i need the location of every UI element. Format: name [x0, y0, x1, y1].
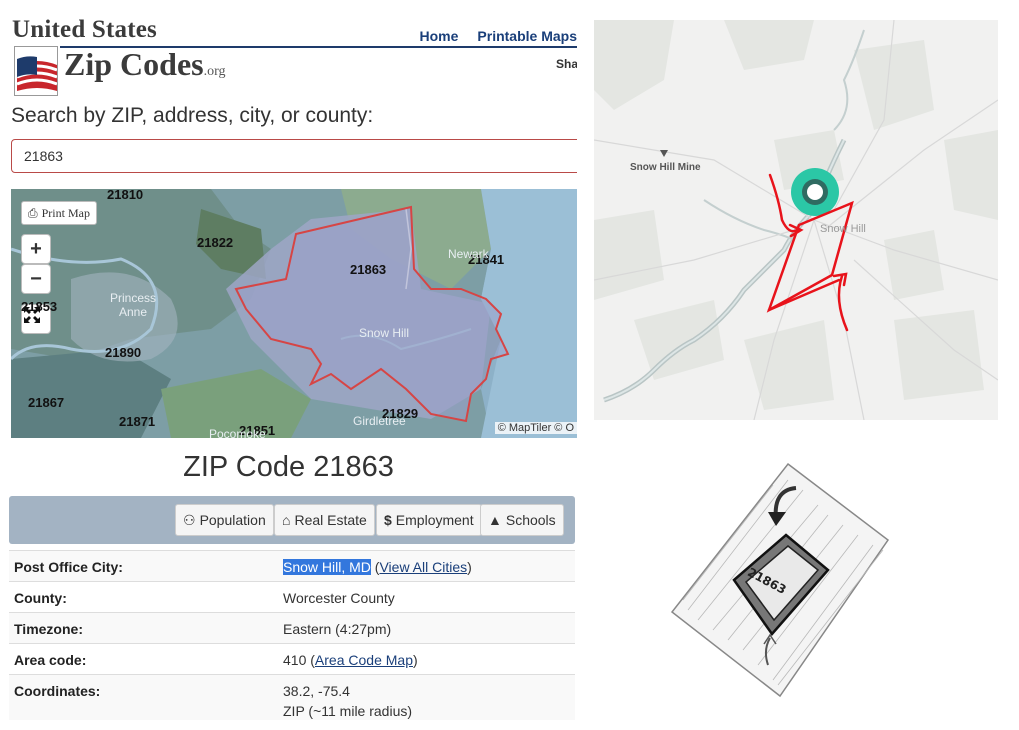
real-estate-label: Real Estate [294, 512, 367, 528]
printer-icon: ⎙ [28, 205, 38, 220]
search-input[interactable] [11, 139, 577, 173]
timezone-value: Eastern (4:27pm) [283, 621, 392, 637]
share-link[interactable]: Sha [556, 57, 577, 71]
website-panel: United States Zip Codes.org Home Printab… [0, 0, 577, 730]
location-map[interactable]: Snow Hill Mine Snow Hill [594, 20, 998, 420]
post-office-city[interactable]: Snow Hill, MD [283, 559, 371, 575]
schools-button[interactable]: ▲ Schools [480, 504, 564, 536]
top-nav: Home Printable Maps [420, 28, 578, 44]
map-label-21853: 21853 [21, 299, 58, 314]
schools-label: Schools [505, 512, 556, 528]
map-attribution[interactable]: © MapTiler © O [494, 422, 577, 434]
map-label-girdletree: Girdletree [353, 414, 406, 428]
action-button-bar: ⚇ Population ⌂ Real Estate $ Employment … [9, 496, 575, 544]
coordinates-key: Coordinates: [14, 683, 101, 699]
search-label: Search by ZIP, address, city, or county: [11, 104, 374, 127]
site-logo[interactable]: United States Zip Codes.org [12, 16, 242, 96]
employment-label: Employment [395, 512, 474, 528]
map-label-21863: 21863 [350, 262, 387, 277]
flag-icon [14, 46, 58, 96]
map-label-21890: 21890 [105, 345, 142, 360]
map-label-21822: 21822 [197, 235, 234, 250]
zip-title: ZIP Code 21863 [183, 451, 394, 483]
zoom-in-button[interactable]: + [21, 234, 51, 264]
table-row: Post Office City: Snow Hill, MD (View Al… [9, 550, 575, 581]
post-office-key: Post Office City: [14, 559, 123, 575]
logo-line2: Zip Codes.org [64, 46, 226, 82]
zip-map[interactable]: ⎙ Print Map + − 21810 21822 21863 21841 … [11, 189, 577, 438]
population-button[interactable]: ⚇ Population [175, 504, 274, 536]
location-map-canvas [594, 20, 998, 420]
nav-home[interactable]: Home [420, 28, 459, 44]
header-rule [60, 46, 577, 48]
town-label: Snow Hill [820, 223, 866, 235]
area-code-key: Area code: [14, 652, 87, 668]
coordinates-note: ZIP (~11 mile radius) [283, 703, 413, 719]
graduation-cap-icon: ▲ [488, 512, 502, 528]
map-label-newark: Newark [448, 247, 489, 261]
logo-line1: United States [12, 16, 157, 43]
map-label-pocomoke: Pocomoke [209, 427, 266, 438]
coordinates-value: 38.2, -75.4 [283, 683, 350, 699]
table-row: Coordinates: 38.2, -75.4 ZIP (~11 mile r… [9, 674, 575, 720]
area-code-map-link[interactable]: Area Code Map [315, 652, 413, 668]
table-row: Timezone: Eastern (4:27pm) [9, 612, 575, 643]
county-value: Worcester County [283, 590, 395, 606]
county-key: County: [14, 590, 67, 606]
employment-button[interactable]: $ Employment [376, 504, 482, 536]
zip-map-canvas [11, 189, 577, 438]
map-label-snow-hill: Snow Hill [359, 326, 410, 340]
pencil-sketch: 21863 [668, 460, 892, 698]
mine-label: Snow Hill Mine [630, 162, 701, 173]
nav-printable-maps[interactable]: Printable Maps [477, 28, 577, 44]
table-row: Area code: 410 (Area Code Map) [9, 643, 575, 674]
dollar-icon: $ [384, 512, 392, 528]
population-label: Population [199, 512, 266, 528]
view-all-cities-link[interactable]: View All Cities [379, 559, 467, 575]
table-row: County: Worcester County [9, 581, 575, 612]
real-estate-button[interactable]: ⌂ Real Estate [274, 504, 375, 536]
area-code-value: 410 (Area Code Map) [283, 652, 418, 668]
zoom-out-button[interactable]: − [21, 264, 51, 294]
post-office-value: Snow Hill, MD (View All Cities) [283, 559, 472, 575]
timezone-key: Timezone: [14, 621, 83, 637]
print-map-button[interactable]: ⎙ Print Map [21, 201, 97, 225]
map-label-21810: 21810 [107, 189, 144, 202]
sketch-drawing [670, 462, 890, 698]
zip-info-table: Post Office City: Snow Hill, MD (View Al… [9, 550, 575, 720]
map-label-21867: 21867 [28, 395, 65, 410]
map-label-21871: 21871 [119, 414, 156, 429]
map-label-anne: Anne [119, 305, 148, 319]
home-icon: ⌂ [282, 512, 291, 528]
print-map-label: Print Map [41, 205, 90, 220]
map-label-princess: Princess [110, 291, 157, 305]
users-icon: ⚇ [183, 511, 196, 528]
